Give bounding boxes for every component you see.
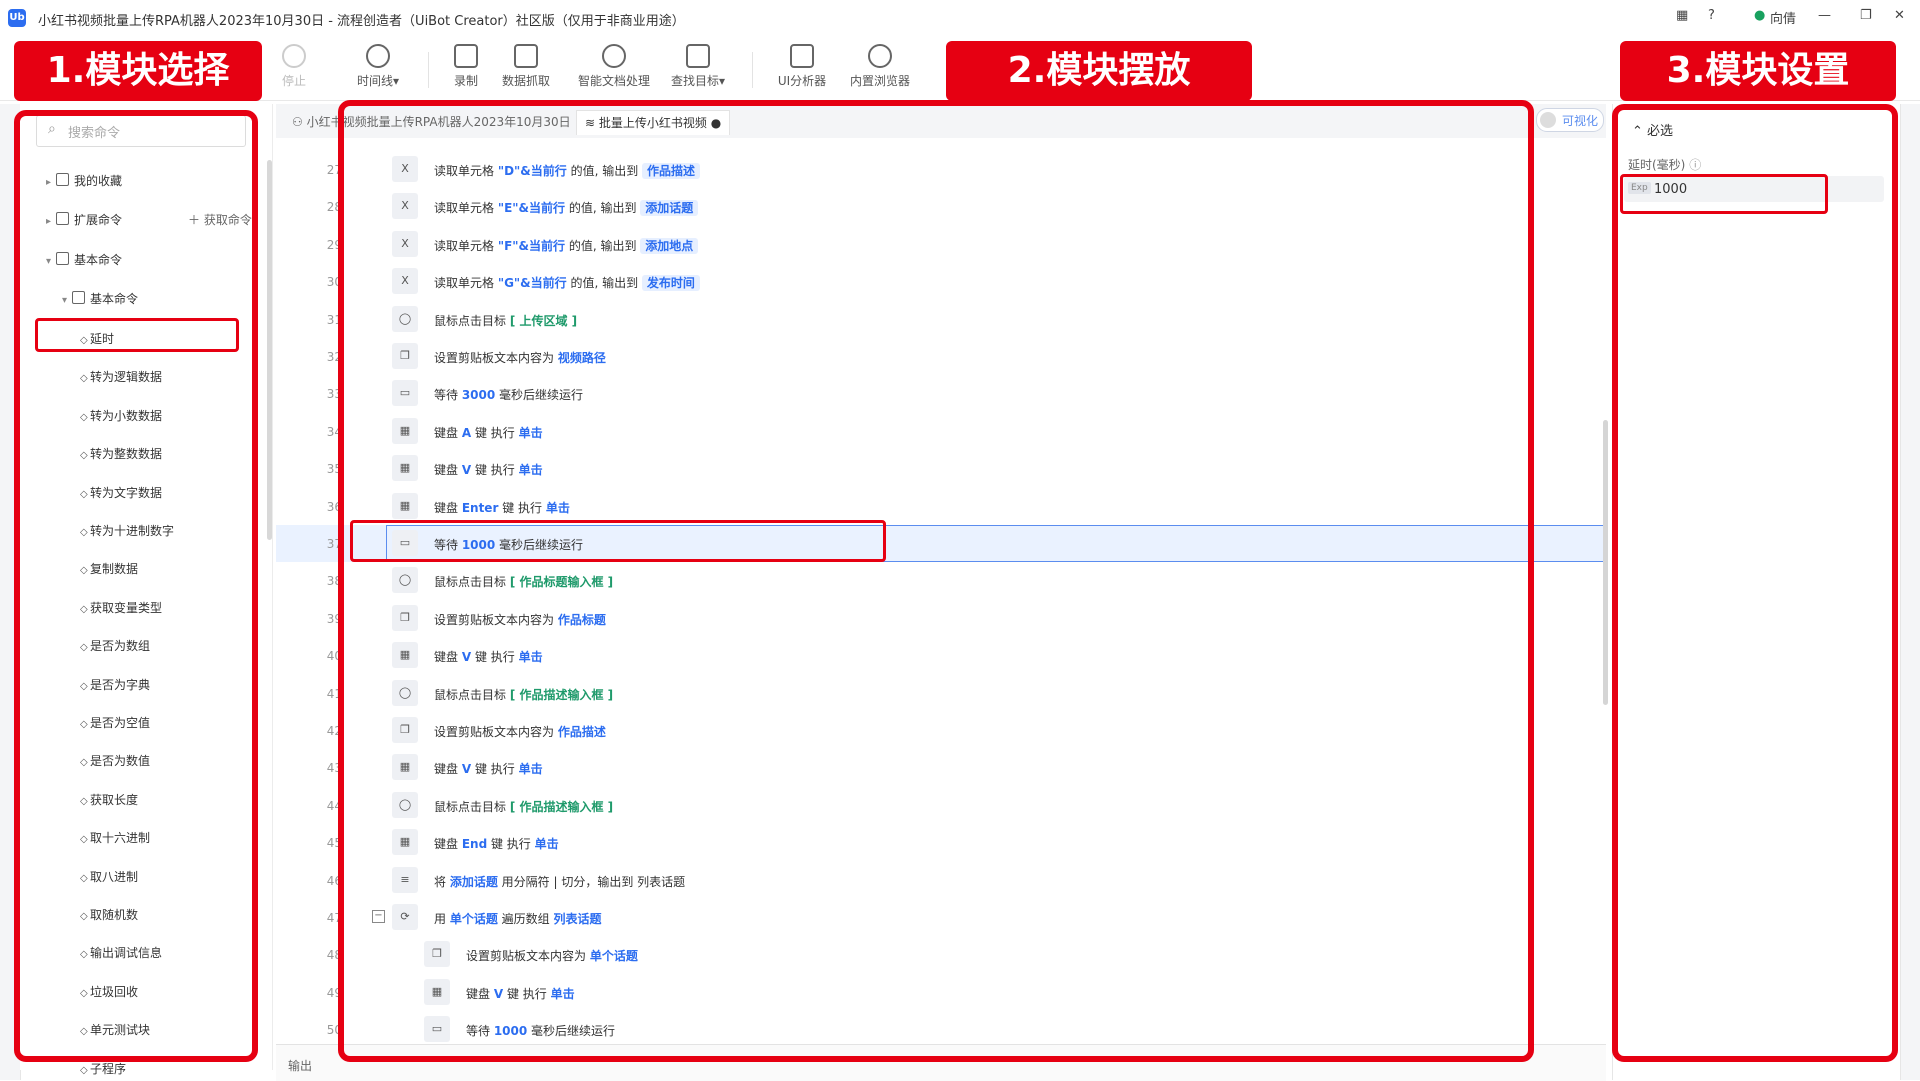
find-target-label: 查找目标▾: [670, 74, 726, 88]
line-number: 27: [326, 163, 342, 177]
line-number: 33: [326, 387, 342, 402]
ai-doc-icon: [602, 44, 626, 68]
command-label: 子程序: [90, 1061, 127, 1076]
browser-label: 内置浏览器: [849, 74, 910, 88]
line-number: 45: [326, 836, 342, 851]
annotation-highlight-wait-row: [350, 520, 886, 562]
ui-analyzer-label: UI分析器: [777, 74, 827, 88]
line-number: 34: [326, 424, 342, 439]
line-number: 30: [326, 275, 342, 290]
record-label: 录制: [453, 74, 478, 88]
annotation-label-2: 2.模块摆放: [946, 41, 1252, 101]
output-label: 输出: [288, 1059, 313, 1073]
browser-button[interactable]: 内置浏览器: [844, 42, 916, 96]
stop-button[interactable]: 停止: [258, 42, 330, 96]
clock-icon: [366, 44, 390, 68]
line-number: 41: [326, 686, 342, 701]
find-target-icon: [686, 44, 710, 68]
visual-toggle-label: 可视化: [1562, 114, 1599, 128]
browser-icon: [868, 44, 892, 68]
line-number: 35: [326, 462, 342, 477]
line-number: 49: [326, 985, 342, 1000]
ui-analyzer-button[interactable]: UI分析器: [766, 42, 838, 96]
restore-icon[interactable]: ❐: [1860, 8, 1872, 23]
line-number: 42: [326, 724, 342, 738]
editor-scrollbar[interactable]: [1603, 420, 1608, 705]
annotation-box-1: [14, 110, 258, 1062]
data-grab-button[interactable]: 数据抓取: [490, 42, 562, 96]
line-number: 39: [326, 611, 342, 626]
toggle-knob: [1540, 112, 1556, 128]
stop-icon: [282, 44, 306, 68]
line-number: 37: [326, 537, 342, 551]
close-icon[interactable]: ✕: [1894, 8, 1905, 23]
ui-analyzer-icon: [790, 44, 814, 68]
user-name[interactable]: 向倩: [1770, 8, 1796, 27]
command-item[interactable]: ◇ 子程序: [80, 1060, 126, 1077]
annotation-highlight-delay-command: [35, 318, 239, 352]
minimize-icon[interactable]: —: [1818, 8, 1831, 23]
right-side-rail[interactable]: [1900, 104, 1920, 1080]
data-grab-label: 数据抓取: [501, 74, 550, 88]
toolbar-divider: [428, 52, 429, 88]
line-number: 40: [326, 649, 342, 664]
line-number: 28: [326, 200, 342, 215]
annotation-label-1: 1.模块选择: [14, 41, 262, 101]
line-number: 43: [326, 761, 342, 776]
line-number: 47: [326, 911, 342, 925]
app-logo-icon: Ub: [8, 9, 26, 27]
line-number: 48: [326, 948, 342, 963]
annotation-box-3: [1612, 104, 1898, 1062]
line-number: 32: [326, 350, 342, 364]
line-number: 38: [326, 574, 342, 589]
line-number: 29: [326, 237, 342, 252]
online-status-icon: ●: [1754, 8, 1766, 23]
annotation-label-3: 3.模块设置: [1620, 41, 1896, 101]
stop-label: 停止: [281, 74, 306, 88]
line-number: 50: [326, 1023, 342, 1038]
annotation-highlight-delay-input: [1620, 174, 1828, 214]
record-icon: [454, 44, 478, 68]
timeline-button[interactable]: 时间线▾: [342, 42, 414, 96]
left-scrollbar[interactable]: [267, 160, 272, 540]
line-number: 44: [326, 798, 342, 813]
help-icon[interactable]: ?: [1708, 8, 1715, 23]
flow-icon: ⚇: [292, 115, 307, 129]
command-bullet-icon: ◇: [80, 1064, 88, 1076]
toolbar-divider: [752, 52, 753, 88]
line-number: 36: [326, 499, 342, 514]
ai-doc-label: 智能文档处理: [577, 74, 650, 88]
apps-grid-icon[interactable]: ▦: [1676, 8, 1688, 23]
line-number: 31: [326, 312, 342, 327]
window-title: 小红书视频批量上传RPA机器人2023年10月30日 - 流程创造者（UiBot…: [38, 14, 685, 29]
line-number: 46: [326, 873, 342, 888]
ai-doc-button[interactable]: 智能文档处理: [572, 42, 656, 96]
find-target-button[interactable]: 查找目标▾: [662, 42, 734, 96]
timeline-label: 时间线▾: [356, 74, 400, 88]
annotation-box-2: [338, 100, 1534, 1062]
data-grab-icon: [514, 44, 538, 68]
